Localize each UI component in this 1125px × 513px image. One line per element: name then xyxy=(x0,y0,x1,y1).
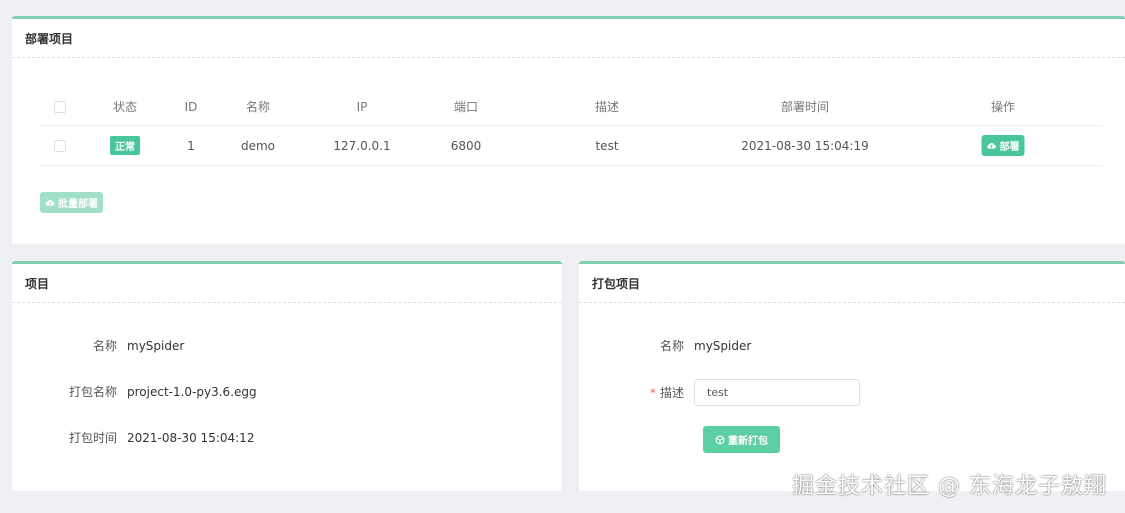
description-label: * 描述 xyxy=(579,384,694,401)
description-input[interactable] xyxy=(694,379,860,406)
column-header-ip: IP xyxy=(356,99,368,114)
repack-label: 重新打包 xyxy=(728,436,768,447)
description-label-text: 描述 xyxy=(659,386,684,400)
select-all-checkbox[interactable] xyxy=(54,88,66,125)
package-icon xyxy=(715,434,725,445)
column-header-status: 状态 xyxy=(112,100,138,114)
deploy-table: 状态 ID 名称 IP 端口 描述 部署时间 操作 正常 1 demo 127.… xyxy=(40,88,1102,166)
package-name-label: 打包名称 xyxy=(68,385,117,399)
action-cell: 部署 xyxy=(981,126,1025,165)
package-time-label: 打包时间 xyxy=(68,431,117,445)
package-time-value: 2021-08-30 15:04:12 xyxy=(127,430,255,445)
package-name-row: 名称 mySpider xyxy=(579,337,751,354)
required-mark: * xyxy=(649,386,656,400)
ip-cell: 127.0.0.1 xyxy=(333,138,391,153)
column-header-port: 端口 xyxy=(453,100,479,114)
panel-title: 项目 xyxy=(12,264,562,303)
row-checkbox[interactable] xyxy=(54,126,66,165)
deploy-button-label: 部署 xyxy=(999,142,1020,153)
deploy-project-panel: 部署项目 状态 ID 名称 IP 端口 描述 部署时间 操作 正常 1 demo… xyxy=(12,16,1125,244)
deploy-button[interactable]: 部署 xyxy=(981,135,1025,156)
name-cell: demo xyxy=(240,138,276,153)
project-name-row: 名称 mySpider xyxy=(12,337,184,354)
project-info-panel: 项目 名称 mySpider 打包名称 project-1.0-py3.6.eg… xyxy=(12,261,562,491)
project-name-label: 名称 xyxy=(92,339,117,353)
package-time-row: 打包时间 2021-08-30 15:04:12 xyxy=(12,429,254,446)
description-row: * 描述 xyxy=(579,379,860,406)
status-badge: 正常 xyxy=(110,136,140,155)
project-name-value: mySpider xyxy=(127,338,185,353)
panel-title: 部署项目 xyxy=(12,19,1125,58)
batch-deploy-label: 批量部署 xyxy=(58,199,98,210)
panel-title: 打包项目 xyxy=(579,264,1125,303)
watermark-text: 掘金技术社区 @ 东海龙子敖翔 xyxy=(792,474,1107,499)
description-cell: test xyxy=(595,138,619,153)
batch-deploy-button[interactable]: 批量部署 xyxy=(40,192,103,213)
deploy-time-cell: 2021-08-30 15:04:19 xyxy=(741,138,869,153)
repack-button[interactable]: 重新打包 xyxy=(703,426,780,453)
column-header-deploy-time: 部署时间 xyxy=(780,100,830,114)
package-name-value: project-1.0-py3.6.egg xyxy=(127,384,257,399)
package-project-panel: 打包项目 名称 mySpider *描述 重新打包 xyxy=(579,261,1125,491)
status-cell: 正常 xyxy=(110,126,140,165)
column-header-id: ID xyxy=(184,99,198,114)
port-cell: 6800 xyxy=(450,138,482,153)
name-label: 名称 xyxy=(659,339,684,353)
column-header-description: 描述 xyxy=(594,100,620,114)
id-cell: 1 xyxy=(187,138,195,153)
column-header-name: 名称 xyxy=(245,100,271,114)
cloud-upload-icon xyxy=(987,142,996,149)
table-header: 状态 ID 名称 IP 端口 描述 部署时间 操作 xyxy=(40,88,1102,126)
column-header-action: 操作 xyxy=(990,100,1016,114)
name-value: mySpider xyxy=(694,338,752,353)
cloud-upload-icon xyxy=(45,199,55,206)
package-name-row: 打包名称 project-1.0-py3.6.egg xyxy=(12,383,257,400)
table-row: 正常 1 demo 127.0.0.1 6800 test 2021-08-30… xyxy=(40,126,1102,166)
